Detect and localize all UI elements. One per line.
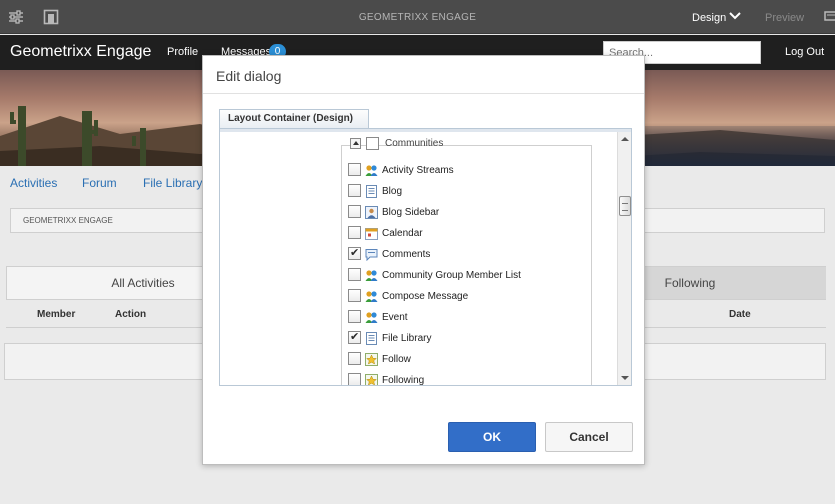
scroll-down-arrow-icon[interactable] <box>618 371 632 385</box>
preview-button[interactable]: Preview <box>765 12 804 24</box>
component-checkbox[interactable] <box>348 373 361 385</box>
logout-link[interactable]: Log Out <box>785 46 824 58</box>
subnav-activities[interactable]: Activities <box>10 176 57 190</box>
annotate-icon[interactable] <box>824 11 835 23</box>
component-checkbox[interactable] <box>348 352 361 365</box>
component-label: Activity Streams <box>382 165 454 176</box>
community-people-icon <box>365 290 378 303</box>
component-checkbox[interactable] <box>348 163 361 176</box>
city-lights <box>635 126 835 166</box>
tab-layout-container-design[interactable]: Layout Container (Design) <box>219 109 369 128</box>
mode-selector[interactable]: Design <box>692 12 726 24</box>
community-people-icon <box>365 269 378 282</box>
component-checkbox[interactable] <box>348 205 361 218</box>
column-header-date: Date <box>729 309 751 320</box>
star-badge-icon <box>365 374 378 385</box>
list-item[interactable]: File Library <box>348 330 588 348</box>
document-list-icon <box>365 332 378 345</box>
component-label: Blog Sidebar <box>382 207 440 218</box>
scrollbar-thumb[interactable] <box>619 196 631 216</box>
communities-group-label: Communities <box>385 138 444 149</box>
communities-group-checkbox[interactable] <box>366 137 379 150</box>
component-checkbox[interactable] <box>348 226 361 239</box>
component-label: Follow <box>382 354 411 365</box>
list-item[interactable]: Blog Sidebar <box>348 204 588 222</box>
list-scrollbar[interactable] <box>617 132 631 385</box>
component-label: Following <box>382 375 425 385</box>
list-item[interactable]: Activity Streams <box>348 162 588 180</box>
component-label: Compose Message <box>382 291 469 302</box>
component-label: Calendar <box>382 228 423 239</box>
calendar-icon <box>365 227 378 240</box>
document-list-icon <box>365 185 378 198</box>
component-label: Event <box>382 312 408 323</box>
subnav-forum[interactable]: Forum <box>82 176 117 190</box>
person-card-icon <box>365 206 378 219</box>
component-checkbox[interactable] <box>348 310 361 323</box>
chevron-down-icon[interactable] <box>728 10 742 22</box>
collapse-toggle-icon[interactable] <box>350 138 361 149</box>
site-brand[interactable]: Geometrixx Engage <box>10 43 151 61</box>
list-item[interactable]: Community Group Member List <box>348 267 588 285</box>
component-checkbox[interactable] <box>348 289 361 302</box>
community-people-icon <box>365 311 378 324</box>
component-label: File Library <box>382 333 432 344</box>
star-badge-icon <box>365 353 378 366</box>
communities-fieldset <box>341 145 592 385</box>
list-item[interactable]: Following <box>348 372 588 385</box>
list-item[interactable]: Blog <box>348 183 588 201</box>
component-checkbox[interactable] <box>348 330 361 344</box>
list-item[interactable]: Event <box>348 309 588 327</box>
communities-group-header: Communities <box>350 137 443 151</box>
column-header-action: Action <box>115 309 147 320</box>
component-label: Blog <box>382 186 403 197</box>
community-people-icon <box>365 164 378 177</box>
comment-bubble-icon <box>365 248 378 262</box>
component-checkbox[interactable] <box>348 246 361 260</box>
nav-profile-link[interactable]: Profile <box>167 46 198 58</box>
list-item[interactable]: Follow <box>348 351 588 369</box>
component-label: Community Group Member List <box>382 270 521 281</box>
tab-panel: Communities Activity Streams Blog Blog Sid… <box>219 128 632 386</box>
subnav-file-library[interactable]: File Library <box>143 176 202 190</box>
edit-dialog: Edit dialog Layout Container (Design) Co… <box>202 55 645 465</box>
list-item[interactable]: Calendar <box>348 225 588 243</box>
list-item[interactable]: Compose Message <box>348 288 588 306</box>
scroll-up-arrow-icon[interactable] <box>618 132 632 146</box>
component-checkbox[interactable] <box>348 184 361 197</box>
column-header-member: Member <box>37 309 76 320</box>
cancel-button[interactable]: Cancel <box>545 422 633 452</box>
dialog-title: Edit dialog <box>216 68 282 84</box>
dialog-divider <box>203 93 644 94</box>
component-list: Communities Activity Streams Blog Blog Sid… <box>220 132 617 385</box>
ok-button[interactable]: OK <box>448 422 536 452</box>
editor-toolbar: GEOMETRIXX ENGAGE Design Preview <box>0 0 835 34</box>
component-checkbox[interactable] <box>348 268 361 281</box>
list-item[interactable]: Comments <box>348 246 588 264</box>
component-label: Comments <box>382 249 431 260</box>
